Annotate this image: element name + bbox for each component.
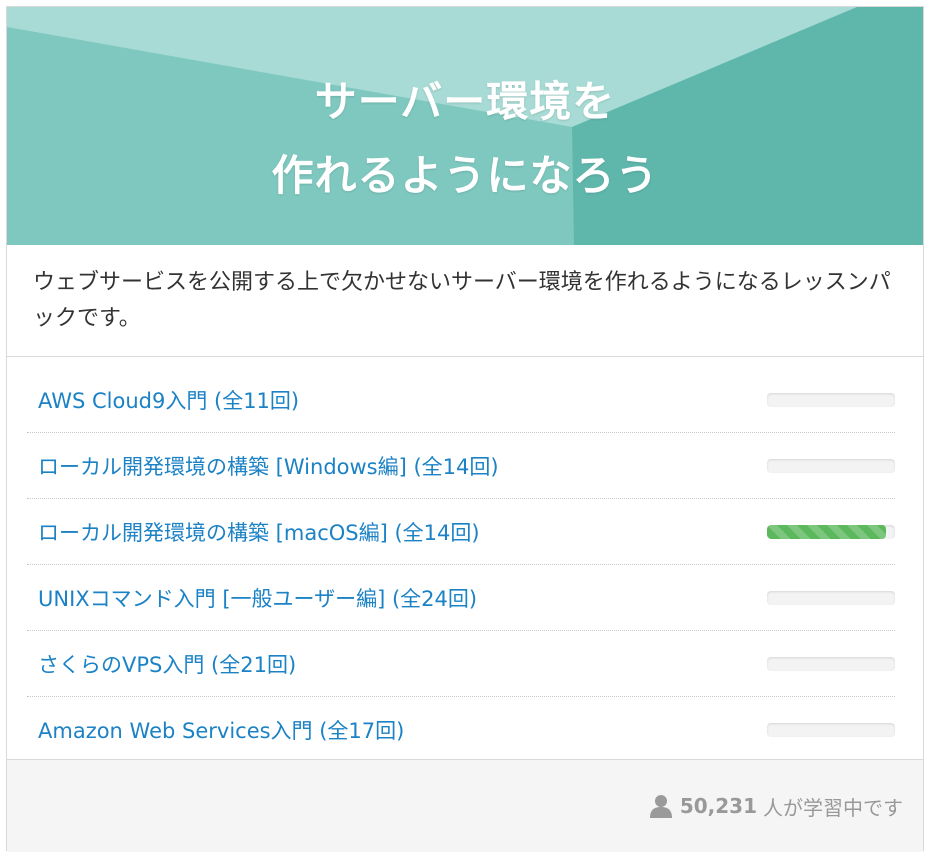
lesson-row: ローカル開発環境の構築 [Windows編] (全14回) bbox=[27, 433, 895, 499]
progress-bar bbox=[767, 392, 895, 407]
lesson-row: AWS Cloud9入門 (全11回) bbox=[27, 367, 895, 433]
lesson-pack-card: サーバー環境を 作れるようになろう ウェブサービスを公開する上で欠かせないサーバ… bbox=[6, 6, 924, 852]
lesson-row: Amazon Web Services入門 (全17回) bbox=[27, 697, 895, 763]
progress-bar bbox=[767, 524, 895, 539]
learner-text: 人が学習中です bbox=[763, 795, 903, 820]
lesson-link[interactable]: Amazon Web Services入門 (全17回) bbox=[38, 715, 404, 745]
hero-title-line-1: サーバー環境を bbox=[314, 77, 616, 126]
lesson-link[interactable]: さくらのVPS入門 (全21回) bbox=[38, 649, 296, 679]
lesson-list: AWS Cloud9入門 (全11回) ローカル開発環境の構築 [Windows… bbox=[7, 357, 923, 760]
progress-bar bbox=[767, 458, 895, 473]
lesson-link[interactable]: ローカル開発環境の構築 [macOS編] (全14回) bbox=[38, 517, 480, 547]
progress-bar bbox=[767, 656, 895, 671]
pack-description: ウェブサービスを公開する上で欠かせないサーバー環境を作れるようになるレッスンパッ… bbox=[7, 245, 923, 357]
hero-title: サーバー環境を 作れるようになろう bbox=[7, 65, 923, 213]
lesson-link[interactable]: ローカル開発環境の構築 [Windows編] (全14回) bbox=[38, 451, 499, 481]
hero-banner: サーバー環境を 作れるようになろう bbox=[7, 7, 923, 245]
hero-title-line-2: 作れるようになろう bbox=[271, 151, 659, 200]
lesson-row: ローカル開発環境の構築 [macOS編] (全14回) bbox=[27, 499, 895, 565]
lesson-link[interactable]: AWS Cloud9入門 (全11回) bbox=[38, 385, 299, 415]
progress-bar bbox=[767, 723, 895, 737]
lesson-row: UNIXコマンド入門 [一般ユーザー編] (全24回) bbox=[27, 565, 895, 631]
learner-count-footer: 50,231 人が学習中です bbox=[7, 760, 923, 852]
progress-bar bbox=[767, 590, 895, 605]
learner-count: 50,231 bbox=[679, 794, 757, 818]
progress-fill bbox=[767, 524, 887, 539]
lesson-link[interactable]: UNIXコマンド入門 [一般ユーザー編] (全24回) bbox=[38, 583, 477, 613]
person-icon bbox=[649, 794, 672, 818]
lesson-row: さくらのVPS入門 (全21回) bbox=[27, 631, 895, 697]
